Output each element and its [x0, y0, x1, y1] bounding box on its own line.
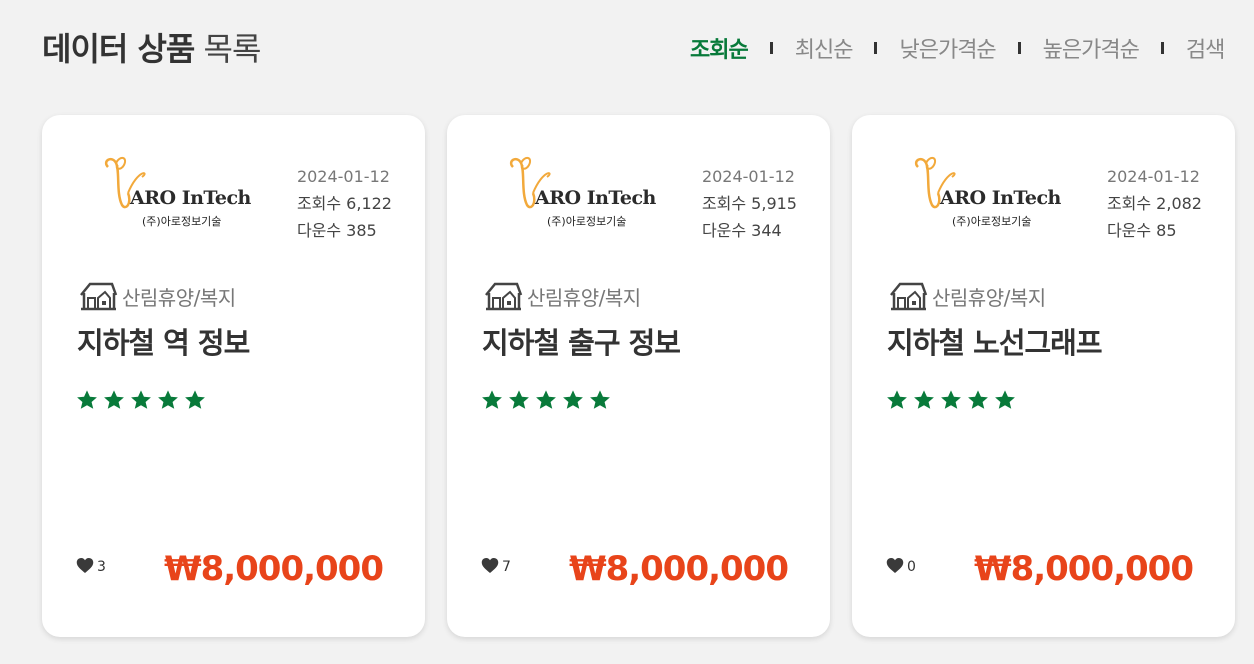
logo-subtitle: (주)아로정보기술 — [547, 215, 627, 228]
card-date: 2024-01-12 — [296, 167, 390, 186]
star-icon — [185, 390, 205, 409]
tab-separator — [1017, 42, 1021, 54]
card-date: 2024-01-12 — [701, 167, 795, 186]
card-downloads: 다운수 385 — [296, 221, 377, 240]
card-views: 조회수 5,915 — [701, 194, 797, 213]
star-icon — [77, 390, 97, 409]
rating-stars — [481, 389, 616, 411]
page-title-main: 데이터 상품 — [42, 30, 195, 68]
logo-subtitle: (주)아로정보기술 — [142, 215, 222, 228]
card-meta: 2024-01-12 조회수 6,122 다운수 385 — [297, 163, 392, 244]
star-icon — [158, 390, 178, 409]
card-category: 산림휴양/복지 — [483, 281, 641, 311]
sort-tab-high-price[interactable]: 높은가격순 — [1043, 32, 1140, 64]
product-price: ₩8,000,000 — [974, 549, 1194, 589]
rating-stars — [76, 389, 211, 411]
star-icon — [482, 390, 502, 409]
category-label: 산림휴양/복지 — [527, 285, 641, 310]
company-logo: ARO InTech (주)아로정보기술 — [503, 153, 663, 233]
card-downloads: 다운수 85 — [1106, 221, 1177, 240]
star-icon — [914, 390, 934, 409]
logo-name: ARO InTech — [940, 187, 1061, 209]
card-date: 2024-01-12 — [1106, 167, 1200, 186]
like-count: 3 — [97, 559, 106, 575]
logo-name: ARO InTech — [535, 187, 656, 209]
star-icon — [563, 390, 583, 409]
like-button[interactable]: 7 — [481, 555, 511, 575]
star-icon — [104, 390, 124, 409]
product-price: ₩8,000,000 — [164, 549, 384, 589]
category-label: 산림휴양/복지 — [122, 285, 236, 310]
tab-separator — [769, 42, 773, 54]
like-button[interactable]: 3 — [76, 555, 106, 575]
category-label: 산림휴양/복지 — [932, 285, 1046, 310]
star-icon — [590, 390, 610, 409]
house-icon — [485, 282, 523, 311]
page-title: 데이터 상품 목록 — [42, 24, 262, 70]
heart-icon — [886, 557, 904, 573]
product-title[interactable]: 지하철 역 정보 — [77, 320, 250, 362]
star-icon — [995, 390, 1015, 409]
logo-name: ARO InTech — [130, 187, 251, 209]
card-downloads: 다운수 344 — [701, 221, 782, 240]
sort-tab-search[interactable]: 검색 — [1186, 32, 1225, 64]
logo-subtitle: (주)아로정보기술 — [952, 215, 1032, 228]
like-count: 7 — [502, 559, 511, 575]
heart-icon — [76, 557, 94, 573]
page-title-suffix: 목록 — [194, 30, 262, 68]
product-card[interactable]: ARO InTech (주)아로정보기술 2024-01-12 조회수 2,08… — [852, 115, 1235, 637]
card-meta: 2024-01-12 조회수 5,915 다운수 344 — [702, 163, 797, 244]
star-icon — [131, 390, 151, 409]
sort-tab-low-price[interactable]: 낮은가격순 — [899, 32, 996, 64]
sort-tabs: 조회순 최신순 낮은가격순 높은가격순 검색 — [690, 32, 1225, 64]
product-title[interactable]: 지하철 출구 정보 — [482, 320, 681, 362]
tab-separator — [874, 42, 878, 54]
card-category: 산림휴양/복지 — [78, 281, 236, 311]
sort-tab-views[interactable]: 조회순 — [690, 32, 749, 64]
like-count: 0 — [907, 559, 916, 575]
heart-icon — [481, 557, 499, 573]
product-title[interactable]: 지하철 노선그래프 — [887, 320, 1103, 362]
card-views: 조회수 6,122 — [296, 194, 392, 213]
star-icon — [941, 390, 961, 409]
card-category: 산림휴양/복지 — [888, 281, 1046, 311]
house-icon — [80, 282, 118, 311]
like-button[interactable]: 0 — [886, 555, 916, 575]
page-header: 데이터 상품 목록 조회순 최신순 낮은가격순 높은가격순 검색 — [0, 0, 1254, 90]
card-views: 조회수 2,082 — [1106, 194, 1202, 213]
star-icon — [536, 390, 556, 409]
product-price: ₩8,000,000 — [569, 549, 789, 589]
company-logo: ARO InTech (주)아로정보기술 — [98, 153, 258, 233]
rating-stars — [886, 389, 1021, 411]
product-card[interactable]: ARO InTech (주)아로정보기술 2024-01-12 조회수 6,12… — [42, 115, 425, 637]
company-logo: ARO InTech (주)아로정보기술 — [908, 153, 1068, 233]
card-meta: 2024-01-12 조회수 2,082 다운수 85 — [1107, 163, 1202, 244]
tab-separator — [1160, 42, 1164, 54]
star-icon — [968, 390, 988, 409]
product-card[interactable]: ARO InTech (주)아로정보기술 2024-01-12 조회수 5,91… — [447, 115, 830, 637]
star-icon — [887, 390, 907, 409]
sort-tab-latest[interactable]: 최신순 — [795, 32, 854, 64]
house-icon — [890, 282, 928, 311]
star-icon — [509, 390, 529, 409]
